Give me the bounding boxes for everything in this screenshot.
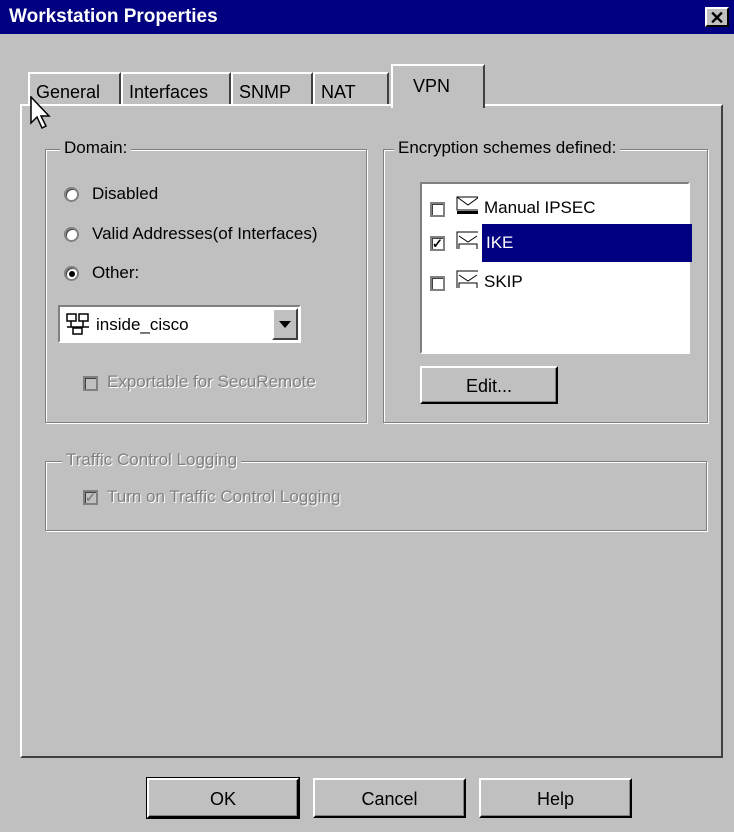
check-mark-icon: ✓ [85,490,96,505]
traffic-control-legend: Traffic Control Logging [62,450,242,470]
domain-legend: Domain: [60,138,132,158]
ok-button[interactable]: OK [146,777,300,819]
radio-other-label: Other: [92,263,140,282]
check-mark-icon: ✓ [432,236,443,251]
encryption-legend: Encryption schemes defined: [394,138,621,158]
radio-disabled-label: Disabled [92,184,159,203]
ike-scheme-icon [456,231,478,249]
chevron-down-icon [279,321,291,328]
domain-combo[interactable]: inside_cisco [58,305,301,343]
domain-combo-value: inside_cisco [96,315,189,334]
tab-interfaces[interactable]: Interfaces [121,72,231,106]
title-bar[interactable]: Workstation Properties [0,0,734,34]
mouse-cursor-icon [30,96,51,130]
network-object-icon [66,313,89,335]
help-button-label: Help [536,789,575,809]
tab-interfaces-label: Interfaces [129,82,209,102]
ok-button-label: OK [209,789,236,809]
radio-selected-dot [69,271,75,277]
exportable-checkbox[interactable] [83,376,98,391]
radio-disabled[interactable] [64,187,79,202]
tab-vpn-label: VPN [413,76,451,96]
scheme-label-skip: SKIP [484,272,523,291]
selected-row-highlight [482,224,692,262]
close-icon: ✕ [709,8,725,28]
tab-vpn[interactable]: VPN [391,64,485,108]
tab-nat-label: NAT [321,82,356,102]
traffic-logging-checkbox[interactable]: ✓ [83,490,98,505]
tab-snmp[interactable]: SNMP [231,72,313,106]
cancel-button-label: Cancel [361,789,418,809]
radio-valid-addresses-label: Valid Addresses(of Interfaces) [92,224,318,243]
ipsec-scheme-icon [456,196,478,214]
active-tab-joint [393,104,482,107]
close-button[interactable]: ✕ [705,7,729,28]
tab-snmp-label: SNMP [239,82,292,102]
help-button[interactable]: Help [479,778,632,818]
scheme-checkbox-ipsec[interactable] [430,202,445,217]
traffic-logging-label: Turn on Traffic Control Logging [107,487,341,506]
tab-nat[interactable]: NAT [313,72,389,106]
scheme-label-ike: IKE [486,233,514,252]
edit-button-label: Edit... [465,376,513,396]
encryption-scheme-list[interactable]: Manual IPSEC ✓ IKE SKIP [420,182,692,354]
radio-valid-addresses[interactable] [64,227,79,242]
scheme-checkbox-skip[interactable] [430,276,445,291]
combo-dropdown-button[interactable] [272,308,298,340]
window-title: Workstation Properties [9,6,218,27]
scheme-checkbox-ike[interactable]: ✓ [430,236,445,251]
cancel-button[interactable]: Cancel [313,778,466,818]
skip-scheme-icon [456,270,478,288]
scheme-label-ipsec: Manual IPSEC [484,198,596,217]
radio-other[interactable] [64,266,79,281]
exportable-label: Exportable for SecuRemote [107,372,316,391]
edit-button[interactable]: Edit... [420,366,558,404]
